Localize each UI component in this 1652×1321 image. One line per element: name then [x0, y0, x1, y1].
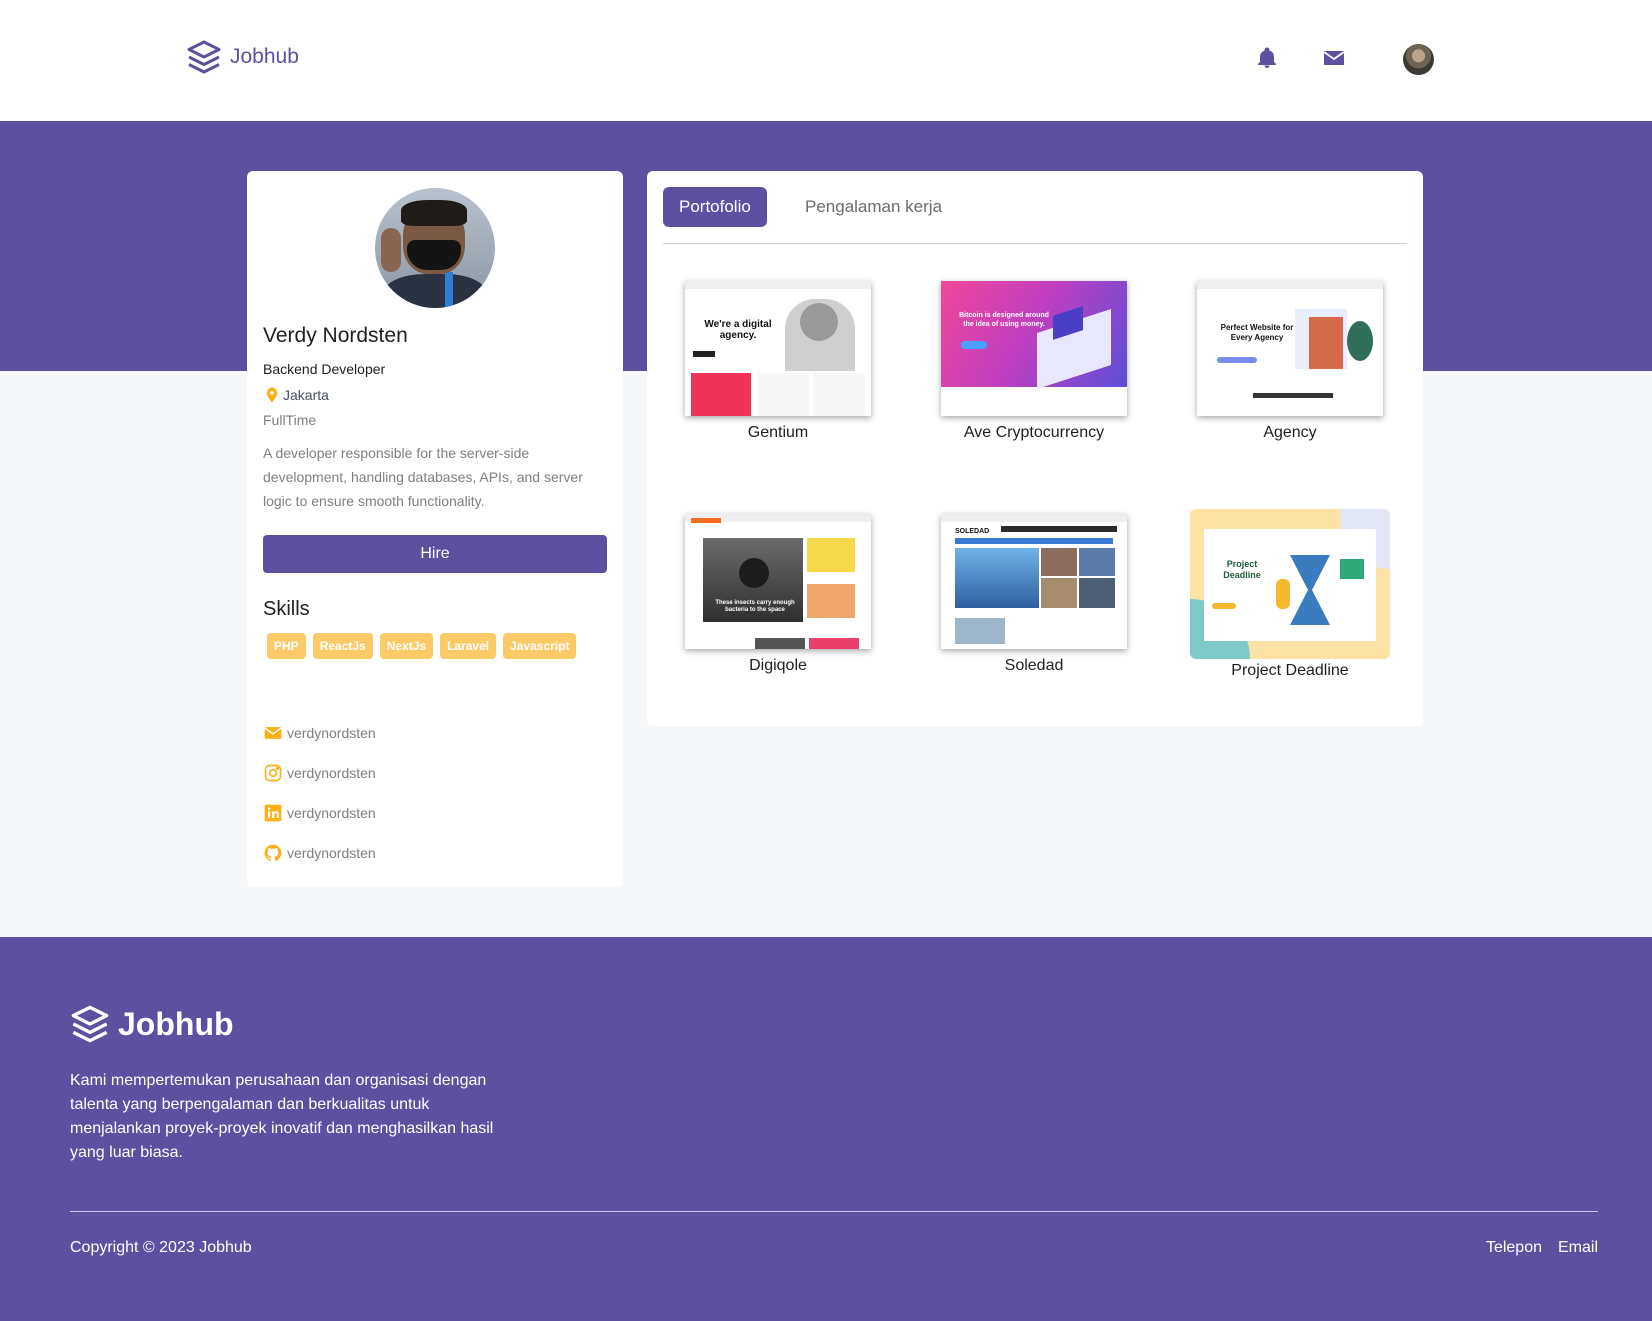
copyright: Copyright © 2023 Jobhub [70, 1239, 252, 1256]
portfolio-thumbnail: We're a digital agency. [685, 281, 871, 416]
portfolio-title: Ave Cryptocurrency [963, 424, 1105, 441]
portfolio-title: Soledad [1004, 657, 1064, 674]
map-pin-icon [266, 387, 278, 403]
brand-name: Jobhub [230, 45, 299, 68]
skill-badge: NextJs [379, 633, 434, 659]
linkedin-icon [264, 804, 282, 822]
mail-icon[interactable] [1322, 46, 1346, 70]
brand-logo[interactable]: Jobhub [186, 39, 299, 75]
bell-icon[interactable] [1255, 46, 1279, 70]
contact-list: verdynordsten verdynordsten verdynordste… [263, 713, 376, 873]
profile-card: Verdy Nordsten Backend Developer Jakarta… [247, 171, 623, 887]
profile-location: Jakarta [263, 385, 329, 405]
navbar: Jobhub [0, 0, 1652, 121]
tab-divider [663, 243, 1407, 244]
job-type: FullTime [263, 412, 317, 428]
thumb-text: Project Deadline [1223, 559, 1261, 580]
thumb-text: Bitcoin is designed around the idea of u… [959, 312, 1049, 328]
contact-github[interactable]: verdynordsten [263, 833, 376, 873]
contact-value: verdynordsten [287, 765, 376, 781]
thumb-text: We're a digital agency. [704, 319, 772, 341]
portfolio-item-ave-cryptocurrency[interactable]: Bitcoin is designed around the idea of u… [934, 281, 1134, 442]
user-avatar[interactable] [1403, 44, 1434, 75]
contact-instagram[interactable]: verdynordsten [263, 753, 376, 793]
portfolio-title: Agency [1263, 424, 1317, 441]
skill-badge: Javascript [503, 633, 577, 659]
thumb-text: SOLEDAD [955, 528, 990, 535]
portfolio-card: Portofolio Pengalaman kerja We're a digi… [647, 171, 1423, 726]
hire-button[interactable]: Hire [263, 535, 607, 573]
portfolio-thumbnail: SOLEDAD [941, 514, 1127, 649]
footer-links: Telepon Email [1486, 1239, 1598, 1257]
footer-description: Kami mempertemukan perusahaan dan organi… [70, 1072, 494, 1161]
location-text: Jakarta [283, 387, 329, 403]
thumb-text: Perfect Website for Every Agency [1220, 323, 1294, 342]
github-icon [264, 844, 282, 861]
portfolio-thumbnail: Bitcoin is designed around the idea of u… [941, 281, 1127, 416]
portfolio-title: Gentium [747, 424, 809, 441]
layers-icon [187, 40, 221, 74]
profile-name: Verdy Nordsten [263, 324, 408, 347]
portfolio-item-digiqole[interactable]: These insects carry enough bacteria to t… [678, 514, 878, 675]
instagram-icon [264, 764, 282, 782]
footer-brand: Jobhub [118, 1005, 234, 1042]
profile-role: Backend Developer [263, 361, 386, 377]
footer-logo[interactable]: Jobhub [70, 1004, 234, 1044]
portfolio-title: Project Deadline [1231, 662, 1349, 679]
thumb-text: These insects carry enough bacteria to t… [715, 600, 795, 613]
tab-portofolio[interactable]: Portofolio [663, 187, 767, 227]
footer-link-email[interactable]: Email [1558, 1239, 1598, 1257]
skills-list: PHP ReactJs NextJs Laravel Javascript [267, 633, 577, 659]
contact-value: verdynordsten [287, 805, 376, 821]
portfolio-item-agency[interactable]: Perfect Website for Every Agency Agency [1190, 281, 1390, 442]
portfolio-item-project-deadline[interactable]: Project Deadline Project Deadline [1190, 509, 1390, 680]
portfolio-thumbnail: Perfect Website for Every Agency [1197, 281, 1383, 416]
portfolio-item-gentium[interactable]: We're a digital agency. Gentium [678, 281, 878, 442]
footer-link-telepon[interactable]: Telepon [1486, 1239, 1542, 1257]
profile-photo [375, 188, 495, 308]
skill-badge: PHP [267, 633, 306, 659]
contact-email[interactable]: verdynordsten [263, 713, 376, 753]
mail-icon [264, 727, 282, 739]
portfolio-thumbnail: Project Deadline [1190, 509, 1390, 659]
portfolio-title: Digiqole [749, 657, 807, 674]
footer: Jobhub Kami mempertemukan perusahaan dan… [0, 937, 1652, 1321]
profile-description: A developer responsible for the server-s… [263, 445, 583, 509]
footer-divider [70, 1211, 1598, 1212]
contact-value: verdynordsten [287, 725, 376, 741]
tab-pengalaman-kerja[interactable]: Pengalaman kerja [789, 187, 958, 227]
portfolio-item-soledad[interactable]: SOLEDAD Soledad [934, 514, 1134, 675]
skills-title: Skills [263, 598, 310, 620]
skill-badge: Laravel [440, 633, 497, 659]
layers-icon [71, 1005, 109, 1043]
portfolio-thumbnail: These insects carry enough bacteria to t… [685, 514, 871, 649]
contact-linkedin[interactable]: verdynordsten [263, 793, 376, 833]
contact-value: verdynordsten [287, 845, 376, 861]
skill-badge: ReactJs [312, 633, 373, 659]
